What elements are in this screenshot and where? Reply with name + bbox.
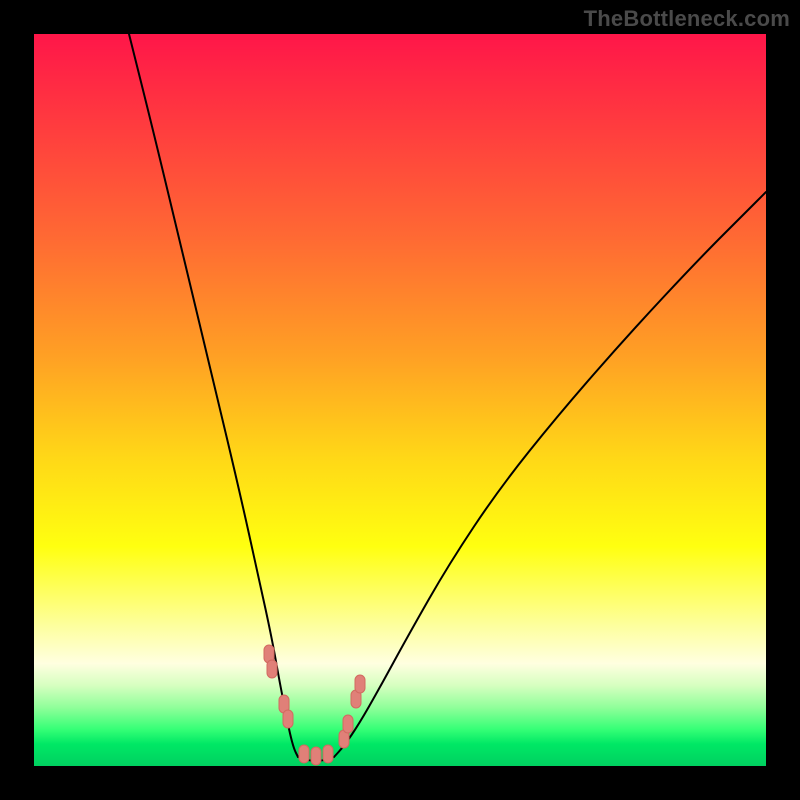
marker [343, 715, 353, 733]
marker-group [264, 645, 365, 765]
marker [311, 747, 321, 765]
marker [267, 660, 277, 678]
curve-right-arm [334, 192, 766, 757]
marker [323, 745, 333, 763]
marker [355, 675, 365, 693]
marker [283, 710, 293, 728]
curve-layer [34, 34, 766, 766]
marker [299, 745, 309, 763]
outer-frame: TheBottleneck.com [0, 0, 800, 800]
plot-area [34, 34, 766, 766]
watermark-text: TheBottleneck.com [584, 6, 790, 32]
